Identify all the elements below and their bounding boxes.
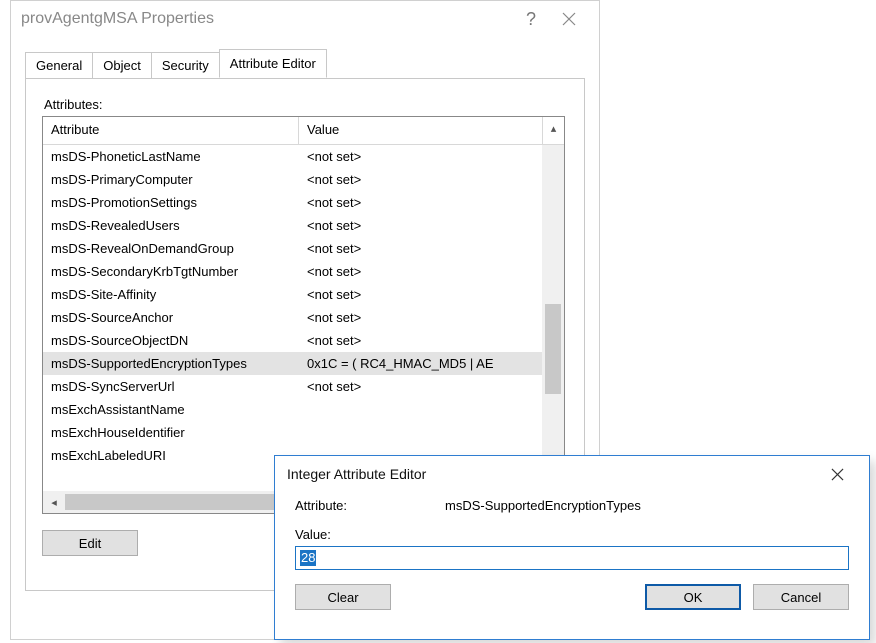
- tab-attribute-editor[interactable]: Attribute Editor: [219, 49, 327, 78]
- table-row[interactable]: msDS-RevealOnDemandGroup<not set>: [43, 237, 542, 260]
- table-row[interactable]: msDS-SourceAnchor<not set>: [43, 306, 542, 329]
- attribute-name-cell: msDS-SyncServerUrl: [43, 375, 299, 398]
- integer-editor-dialog: Integer Attribute Editor Attribute: msDS…: [274, 455, 870, 640]
- table-row[interactable]: msDS-SyncServerUrl<not set>: [43, 375, 542, 398]
- vertical-scrollbar[interactable]: [542, 145, 564, 491]
- scrollbar-thumb[interactable]: [545, 304, 561, 394]
- edit-button[interactable]: Edit: [42, 530, 138, 556]
- column-header-value[interactable]: Value: [299, 117, 542, 145]
- help-icon: ?: [526, 9, 536, 30]
- attribute-name-cell: msExchHouseIdentifier: [43, 421, 299, 444]
- close-button[interactable]: [549, 1, 589, 37]
- scroll-up-button[interactable]: ▴: [542, 117, 564, 145]
- table-row[interactable]: msDS-SourceObjectDN<not set>: [43, 329, 542, 352]
- tabstrip: General Object Security Attribute Editor: [25, 51, 585, 79]
- int-value-input[interactable]: [295, 546, 849, 570]
- int-attr-value: msDS-SupportedEncryptionTypes: [445, 498, 641, 513]
- tab-label: Object: [103, 58, 141, 73]
- tab-label: Security: [162, 58, 209, 73]
- int-ok-button[interactable]: OK: [645, 584, 741, 610]
- table-row[interactable]: msDS-Site-Affinity<not set>: [43, 283, 542, 306]
- list-header: Attribute Value ▴: [43, 117, 564, 145]
- table-row[interactable]: msDS-PhoneticLastName<not set>: [43, 145, 542, 168]
- attribute-value-cell: <not set>: [299, 145, 542, 168]
- int-close-button[interactable]: [817, 456, 857, 492]
- scroll-left-button[interactable]: ◂: [43, 491, 65, 513]
- table-row[interactable]: msDS-PrimaryComputer<not set>: [43, 168, 542, 191]
- int-attr-label: Attribute:: [295, 498, 445, 513]
- help-button[interactable]: ?: [513, 1, 549, 37]
- close-icon: [831, 468, 844, 481]
- attribute-value-cell: <not set>: [299, 260, 542, 283]
- table-row[interactable]: msDS-SupportedEncryptionTypes0x1C = ( RC…: [43, 352, 542, 375]
- table-row[interactable]: msExchHouseIdentifier: [43, 421, 542, 444]
- attribute-name-cell: msDS-RevealOnDemandGroup: [43, 237, 299, 260]
- window-title: provAgentgMSA Properties: [21, 10, 513, 28]
- close-icon: [562, 12, 576, 26]
- attribute-name-cell: msDS-RevealedUsers: [43, 214, 299, 237]
- chevron-left-icon: ◂: [51, 496, 57, 509]
- attribute-name-cell: msExchAssistantName: [43, 398, 299, 421]
- attribute-value-cell: <not set>: [299, 168, 542, 191]
- attribute-name-cell: msDS-SourceObjectDN: [43, 329, 299, 352]
- list-body[interactable]: msDS-PhoneticLastName<not set>msDS-Prima…: [43, 145, 542, 491]
- attribute-name-cell: msExchLabeledURI: [43, 444, 299, 467]
- attributes-label: Attributes:: [44, 97, 568, 112]
- attribute-value-cell: <not set>: [299, 375, 542, 398]
- chevron-up-icon: ▴: [551, 122, 557, 135]
- attribute-value-cell: <not set>: [299, 237, 542, 260]
- attribute-name-cell: msDS-PhoneticLastName: [43, 145, 299, 168]
- attribute-value-cell: <not set>: [299, 329, 542, 352]
- int-titlebar: Integer Attribute Editor: [275, 456, 869, 492]
- int-cancel-button[interactable]: Cancel: [753, 584, 849, 610]
- attribute-value-cell: 0x1C = ( RC4_HMAC_MD5 | AE: [299, 352, 542, 375]
- titlebar: provAgentgMSA Properties ?: [11, 1, 599, 37]
- int-clear-button[interactable]: Clear: [295, 584, 391, 610]
- column-header-attribute[interactable]: Attribute: [43, 117, 299, 145]
- int-cancel-label: Cancel: [781, 590, 821, 605]
- attribute-name-cell: msDS-SupportedEncryptionTypes: [43, 352, 299, 375]
- attribute-value-cell: <not set>: [299, 214, 542, 237]
- attribute-name-cell: msDS-PrimaryComputer: [43, 168, 299, 191]
- attribute-value-cell: <not set>: [299, 283, 542, 306]
- attribute-value-cell: [299, 398, 542, 421]
- tab-label: Attribute Editor: [230, 56, 316, 71]
- table-row[interactable]: msDS-SecondaryKrbTgtNumber<not set>: [43, 260, 542, 283]
- tab-general[interactable]: General: [25, 52, 93, 78]
- table-row[interactable]: msDS-RevealedUsers<not set>: [43, 214, 542, 237]
- tab-label: General: [36, 58, 82, 73]
- attribute-value-cell: <not set>: [299, 191, 542, 214]
- attribute-name-cell: msDS-SourceAnchor: [43, 306, 299, 329]
- int-ok-label: OK: [684, 590, 703, 605]
- table-row[interactable]: msDS-PromotionSettings<not set>: [43, 191, 542, 214]
- int-value-label: Value:: [295, 527, 849, 542]
- int-title: Integer Attribute Editor: [287, 466, 817, 482]
- attribute-value-cell: [299, 421, 542, 444]
- tab-security[interactable]: Security: [151, 52, 220, 78]
- int-clear-label: Clear: [327, 590, 358, 605]
- tab-object[interactable]: Object: [92, 52, 152, 78]
- attribute-name-cell: msDS-Site-Affinity: [43, 283, 299, 306]
- attribute-value-cell: <not set>: [299, 306, 542, 329]
- edit-button-label: Edit: [79, 536, 101, 551]
- attribute-name-cell: msDS-PromotionSettings: [43, 191, 299, 214]
- table-row[interactable]: msExchAssistantName: [43, 398, 542, 421]
- attribute-name-cell: msDS-SecondaryKrbTgtNumber: [43, 260, 299, 283]
